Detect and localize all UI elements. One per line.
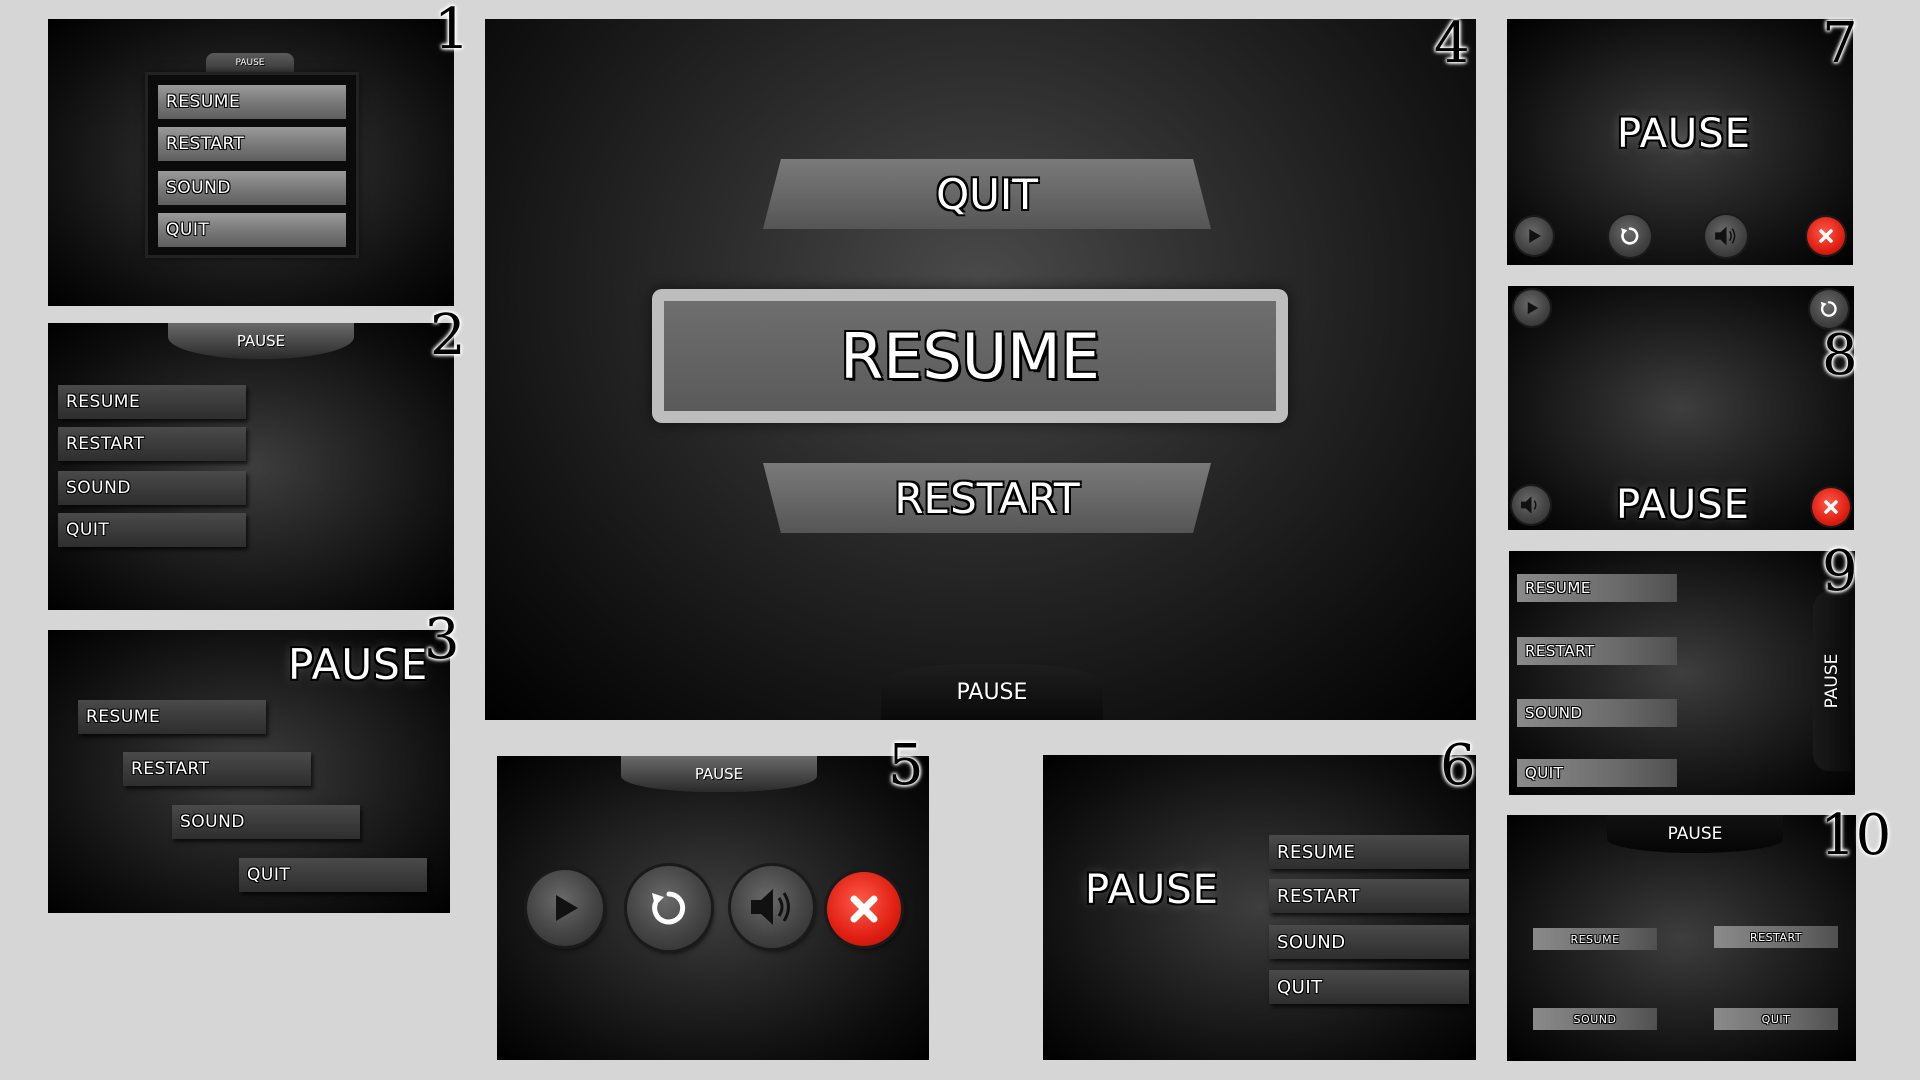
pause-tab: PAUSE <box>206 53 294 73</box>
pause-screen-6: PAUSE RESUME RESTART SOUND QUIT <box>1043 755 1476 1060</box>
restart-button[interactable] <box>1609 215 1651 257</box>
pause-screen-9: RESUME RESTART SOUND QUIT PAUSE <box>1509 551 1855 795</box>
sound-button[interactable]: SOUND <box>158 171 346 205</box>
sound-icon <box>1520 496 1537 514</box>
quit-button[interactable]: QUIT <box>158 213 346 247</box>
pause-title: PAUSE <box>1616 482 1750 528</box>
restart-button[interactable]: RESTART <box>1714 926 1838 948</box>
play-icon <box>1527 301 1539 315</box>
resume-label: RESUME <box>840 319 1100 393</box>
pause-tab: PAUSE <box>1607 815 1783 853</box>
close-button[interactable] <box>827 872 901 946</box>
resume-button[interactable]: RESUME <box>1269 835 1469 869</box>
pause-title: PAUSE <box>1617 111 1751 157</box>
pause-tab: PAUSE <box>881 664 1103 720</box>
resume-button[interactable]: RESUME <box>58 385 246 419</box>
play-icon <box>556 895 578 921</box>
restart-icon <box>652 891 686 925</box>
sound-button[interactable]: SOUND <box>58 471 246 505</box>
sound-button[interactable] <box>1512 486 1550 524</box>
panel-number-7: 7 <box>1822 11 1858 76</box>
sound-button[interactable] <box>1705 215 1747 257</box>
quit-button[interactable]: QUIT <box>763 159 1211 229</box>
sound-button[interactable]: SOUND <box>1533 1008 1657 1030</box>
restart-button[interactable]: RESTART <box>123 752 311 786</box>
sound-icon <box>751 889 790 925</box>
pause-title: PAUSE <box>1085 867 1219 913</box>
sound-button[interactable] <box>731 866 813 948</box>
restart-button[interactable]: RESTART <box>763 463 1211 533</box>
sound-button[interactable]: SOUND <box>172 805 360 839</box>
pause-screen-10: PAUSE RESUME RESTART SOUND QUIT <box>1507 815 1856 1061</box>
resume-button[interactable]: RESUME <box>1517 574 1677 602</box>
restart-button[interactable]: RESTART <box>1517 637 1677 665</box>
menu-frame: RESUME RESTART SOUND QUIT <box>148 75 356 255</box>
close-button[interactable] <box>1812 488 1850 526</box>
pause-tab: PAUSE <box>621 756 817 792</box>
side-pause-bar: PAUSE <box>1813 591 1851 771</box>
pause-screen-2: PAUSE RESUME RESTART SOUND QUIT <box>48 323 454 610</box>
restart-button[interactable]: RESTART <box>158 127 346 161</box>
panel-number-10: 10 <box>1820 803 1892 868</box>
resume-button[interactable]: RESUME <box>78 700 266 734</box>
close-icon <box>1824 500 1838 514</box>
quit-button[interactable]: QUIT <box>1517 759 1677 787</box>
play-button[interactable] <box>1514 290 1550 326</box>
close-icon <box>850 895 878 923</box>
resume-inner: RESUME <box>664 301 1276 411</box>
restart-label: RESTART <box>894 473 1080 523</box>
pause-screen-4: QUIT RESUME RESTART PAUSE <box>485 19 1476 720</box>
panel-number-4: 4 <box>1434 11 1470 76</box>
sound-icon <box>1715 226 1736 246</box>
pause-screen-8: PAUSE <box>1508 286 1854 530</box>
close-icon <box>1819 229 1833 243</box>
pause-title: PAUSE <box>288 640 429 689</box>
pause-tab: PAUSE <box>168 323 354 359</box>
pause-screen-3: PAUSE RESUME RESTART SOUND QUIT <box>48 630 450 913</box>
panel-number-2: 2 <box>430 303 466 368</box>
restart-button[interactable]: RESTART <box>58 427 246 461</box>
quit-button[interactable]: QUIT <box>58 513 246 547</box>
quit-button[interactable]: QUIT <box>239 858 427 892</box>
quit-button[interactable]: QUIT <box>1714 1008 1838 1030</box>
close-button[interactable] <box>1807 217 1845 255</box>
sound-button[interactable]: SOUND <box>1269 925 1469 959</box>
play-button[interactable] <box>527 870 603 946</box>
resume-button[interactable]: RESUME <box>158 85 346 119</box>
pause-screen-7: PAUSE <box>1507 19 1853 265</box>
panel-number-6: 6 <box>1440 733 1476 798</box>
panel-number-8: 8 <box>1822 323 1858 388</box>
resume-button[interactable]: RESUME <box>652 289 1288 423</box>
play-button[interactable] <box>1515 217 1553 255</box>
pause-screen-1: PAUSE RESUME RESTART SOUND QUIT <box>48 19 454 306</box>
restart-button[interactable]: RESTART <box>1269 879 1469 913</box>
side-pause-label: PAUSE <box>1822 653 1842 709</box>
restart-icon <box>1621 227 1639 245</box>
quit-button[interactable]: QUIT <box>1269 970 1469 1004</box>
restart-icon <box>1820 301 1837 317</box>
sound-button[interactable]: SOUND <box>1517 699 1677 727</box>
play-icon <box>1529 229 1541 243</box>
panel-number-3: 3 <box>424 607 460 672</box>
quit-label: QUIT <box>936 169 1038 219</box>
panel-number-1: 1 <box>434 0 470 62</box>
panel-number-9: 9 <box>1822 539 1858 604</box>
resume-button[interactable]: RESUME <box>1533 928 1657 950</box>
restart-button[interactable] <box>627 866 711 950</box>
panel-number-5: 5 <box>888 733 924 798</box>
pause-screen-5: PAUSE <box>497 756 929 1060</box>
